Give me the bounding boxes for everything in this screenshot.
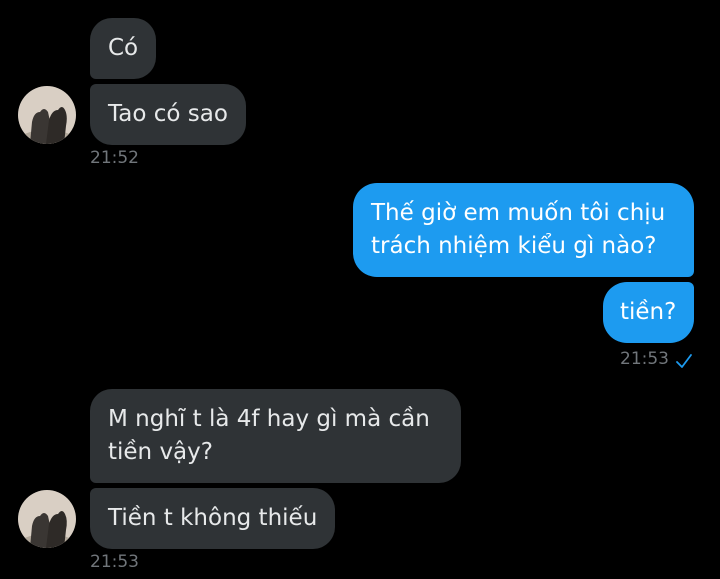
message-timestamp: 21:53 <box>90 552 139 572</box>
message-text-line: trách nhiệm kiểu gì nào? <box>371 233 657 259</box>
outgoing-message[interactable]: Thế giờ em muốn tôi chịu trách nhiệm kiể… <box>353 183 694 277</box>
outgoing-message[interactable]: tiền? <box>603 282 694 343</box>
message-text: Tao có sao <box>108 101 228 127</box>
message-timestamp: 21:52 <box>90 148 139 168</box>
message-timestamp: 21:53 <box>620 349 669 369</box>
check-icon <box>676 354 692 368</box>
avatar[interactable] <box>18 490 76 548</box>
message-text: Có <box>108 35 139 61</box>
incoming-message[interactable]: Tiền t không thiếu <box>90 488 336 549</box>
incoming-message[interactable]: M nghĩ t là 4f hay gì mà cần tiền vậy? <box>90 389 461 483</box>
incoming-message[interactable]: Tao có sao <box>90 84 246 145</box>
message-text-line: Thế giờ em muốn tôi chịu <box>371 200 666 226</box>
message-text-line: M nghĩ t là 4f hay gì mà cần <box>108 406 430 432</box>
message-text: tiền? <box>620 299 677 325</box>
message-text-line: tiền vậy? <box>108 439 213 465</box>
incoming-message[interactable]: Có <box>90 18 157 79</box>
message-text: Tiền t không thiếu <box>108 505 318 531</box>
avatar[interactable] <box>18 86 76 144</box>
